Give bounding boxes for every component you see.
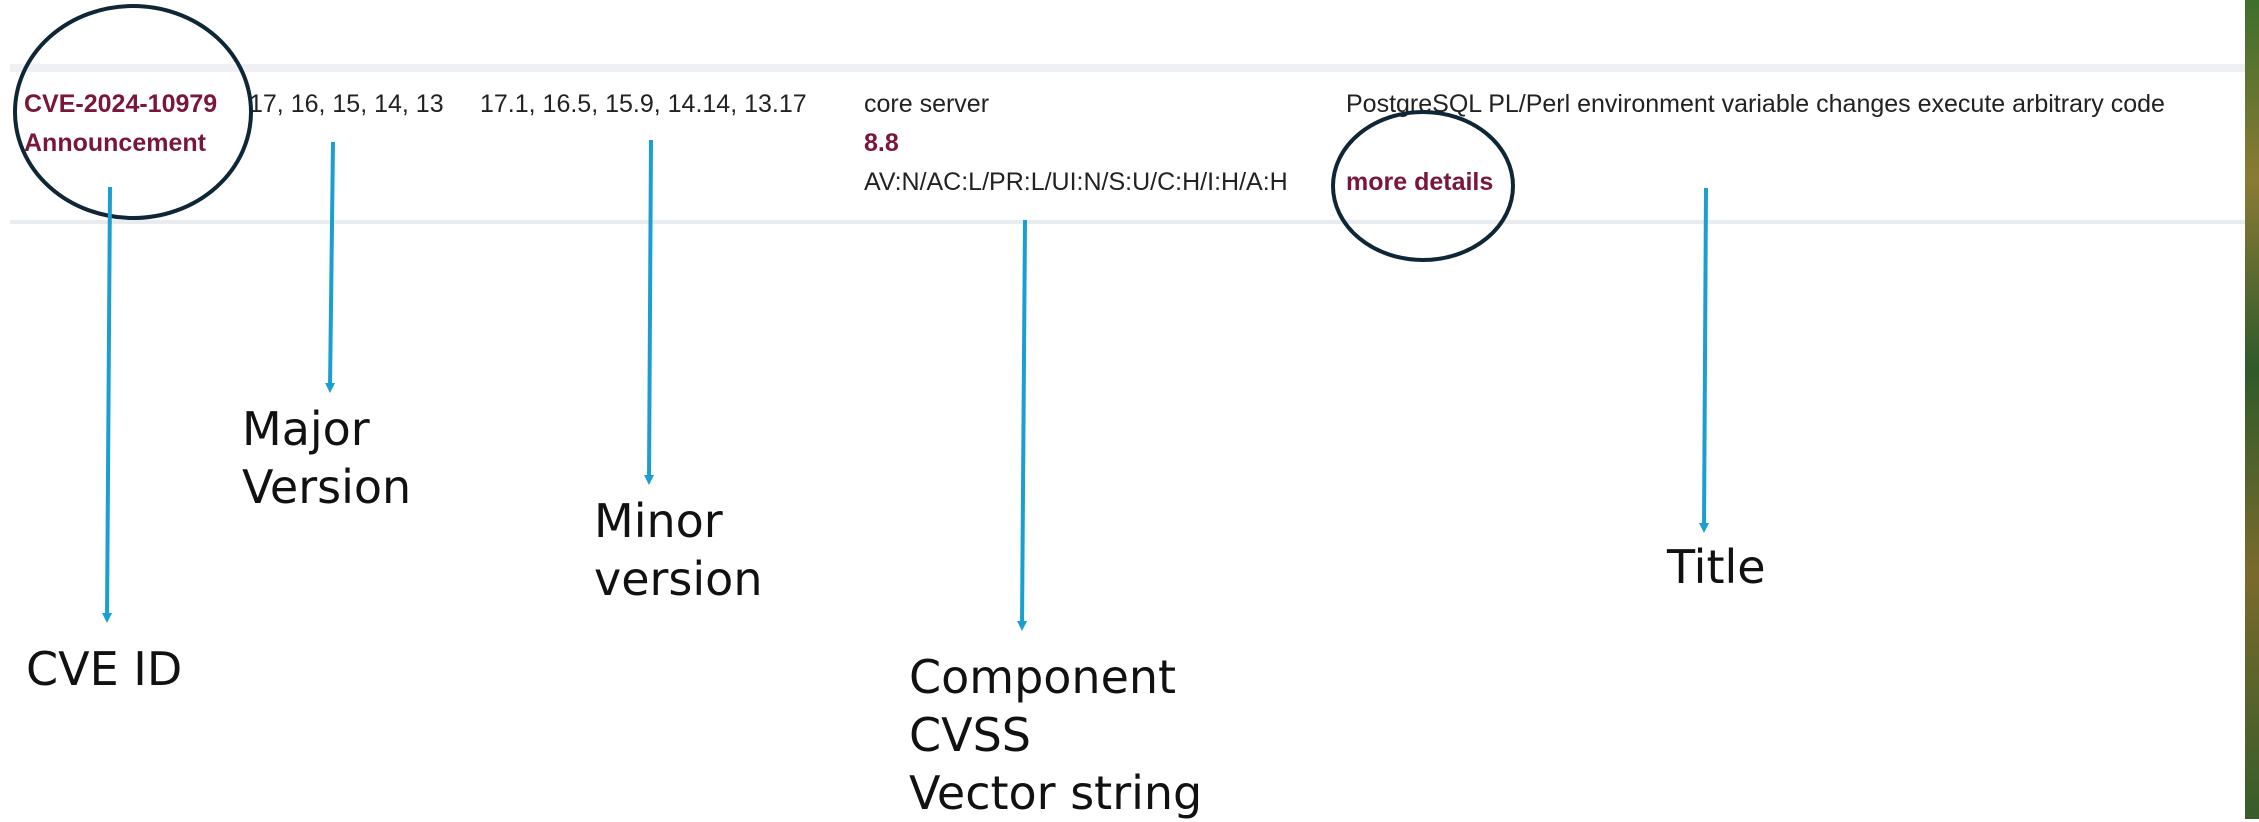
label-title: Title <box>1667 538 1766 596</box>
arrow-component <box>1017 219 1028 631</box>
label-component-line: Component <box>909 650 1177 704</box>
more-details-circle <box>1331 110 1515 262</box>
arrow-minor-version <box>644 139 655 485</box>
label-component-cvss-vector: Component CVSS Vector string <box>909 648 1202 822</box>
label-vector-line: Vector string <box>909 766 1203 820</box>
label-title-text: Title <box>1667 540 1766 594</box>
arrow-major-version <box>325 141 336 393</box>
label-minor-line2: version <box>594 552 763 606</box>
label-cve-id-text: CVE ID <box>26 642 183 696</box>
arrow-cve-id <box>102 186 113 623</box>
background-photo-edge <box>2245 0 2259 819</box>
cve-id-circle <box>13 4 253 220</box>
label-cvss-line: CVSS <box>909 708 1031 762</box>
label-cve-id: CVE ID <box>26 640 182 698</box>
label-minor-version: Minor version <box>594 492 762 608</box>
label-major-version: Major Version <box>242 400 411 516</box>
label-major-line2: Version <box>242 460 412 514</box>
arrow-title <box>1699 187 1710 533</box>
label-minor-line1: Minor <box>594 494 723 548</box>
label-major-line1: Major <box>242 402 370 456</box>
